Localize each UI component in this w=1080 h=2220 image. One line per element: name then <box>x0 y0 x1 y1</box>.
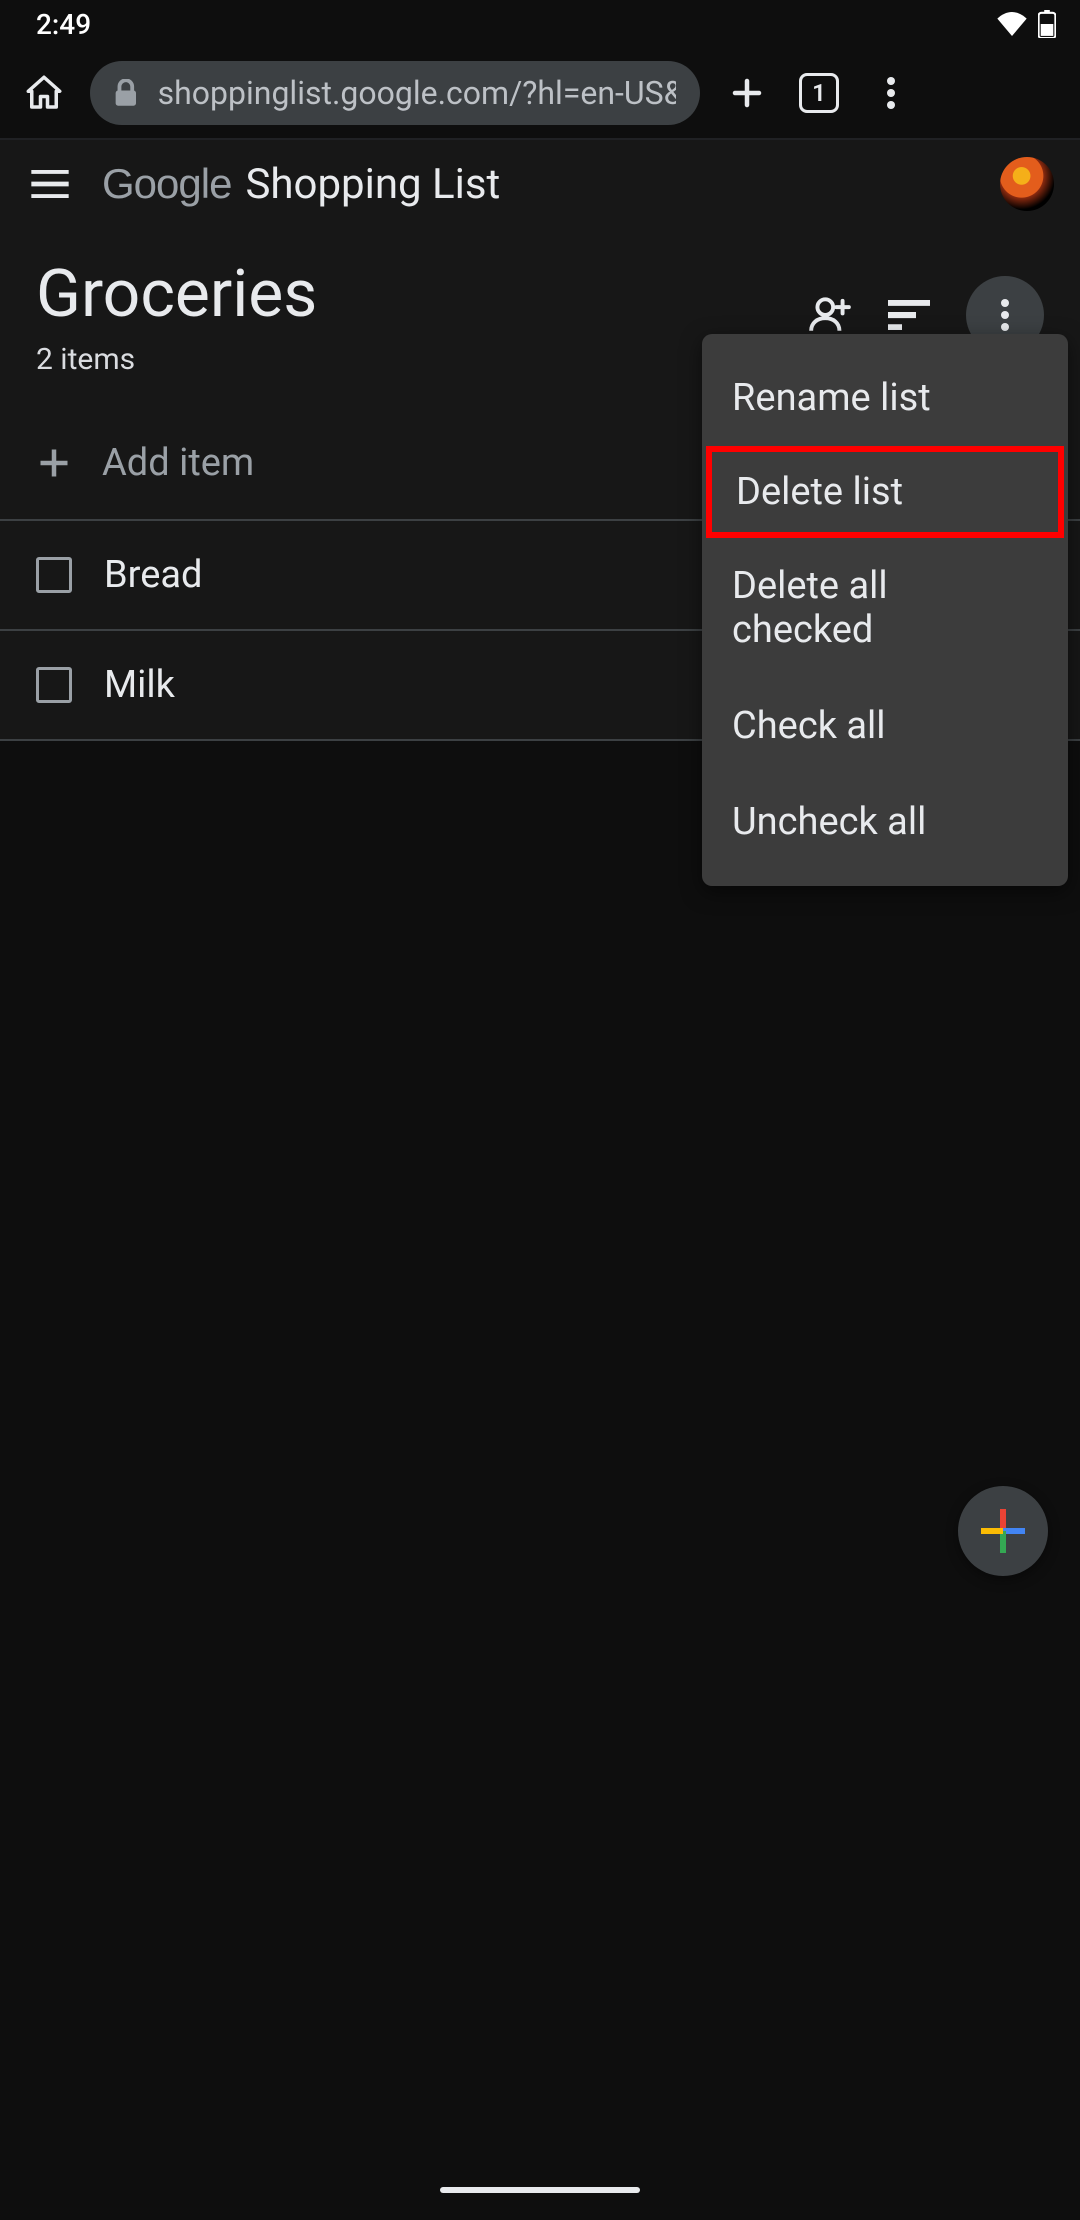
tabs-button[interactable]: 1 <box>794 73 844 113</box>
url-text: shoppinglist.google.com/?hl=en-US& <box>158 74 676 112</box>
browser-toolbar: shoppinglist.google.com/?hl=en-US& 1 <box>0 48 1080 138</box>
menu-uncheck-all[interactable]: Uncheck all <box>702 774 1068 870</box>
list-item-count: 2 items <box>36 342 808 377</box>
browser-home-button[interactable] <box>20 72 68 114</box>
new-tab-button[interactable] <box>722 75 772 111</box>
status-icons <box>996 10 1056 38</box>
sort-button[interactable] <box>888 300 930 330</box>
app-title: Shopping List <box>245 160 500 209</box>
home-icon <box>23 72 65 114</box>
list-title: Groceries <box>36 262 808 328</box>
browser-menu-button[interactable] <box>866 75 916 111</box>
add-item-placeholder: Add item <box>102 441 254 485</box>
list-options-menu: Rename list Delete list Delete all check… <box>702 334 1068 886</box>
item-checkbox[interactable] <box>36 557 72 593</box>
status-bar: 2:49 <box>0 0 1080 48</box>
menu-rename-list[interactable]: Rename list <box>702 350 1068 446</box>
nav-handle[interactable] <box>440 2187 640 2193</box>
menu-delete-list[interactable]: Delete list <box>706 446 1064 538</box>
item-label: Bread <box>104 553 202 597</box>
menu-delete-checked[interactable]: Delete all checked <box>702 538 1068 678</box>
item-label: Milk <box>104 663 175 707</box>
app-header: Google Shopping List <box>0 138 1080 228</box>
battery-icon <box>1038 10 1056 38</box>
more-vert-icon <box>887 75 895 111</box>
hamburger-icon <box>31 170 69 198</box>
item-checkbox[interactable] <box>36 667 72 703</box>
user-avatar[interactable] <box>1000 157 1054 211</box>
menu-check-all[interactable]: Check all <box>702 678 1068 774</box>
lock-icon <box>114 79 138 107</box>
google-logo: Google <box>102 160 231 208</box>
hamburger-menu-button[interactable] <box>26 170 74 198</box>
sort-icon <box>888 300 930 330</box>
app-title-group: Google Shopping List <box>102 160 500 209</box>
share-list-button[interactable] <box>808 295 852 335</box>
wifi-icon <box>996 11 1028 37</box>
tab-count: 1 <box>799 73 839 113</box>
more-vert-icon <box>1001 298 1009 332</box>
fab-add-list-button[interactable] <box>958 1486 1048 1576</box>
google-plus-icon <box>981 1509 1025 1553</box>
status-time: 2:49 <box>36 8 91 41</box>
person-add-icon <box>808 295 852 335</box>
plus-icon <box>729 75 765 111</box>
url-bar[interactable]: shoppinglist.google.com/?hl=en-US& <box>90 61 700 125</box>
plus-icon <box>36 445 72 481</box>
system-nav-bar <box>0 2160 1080 2220</box>
